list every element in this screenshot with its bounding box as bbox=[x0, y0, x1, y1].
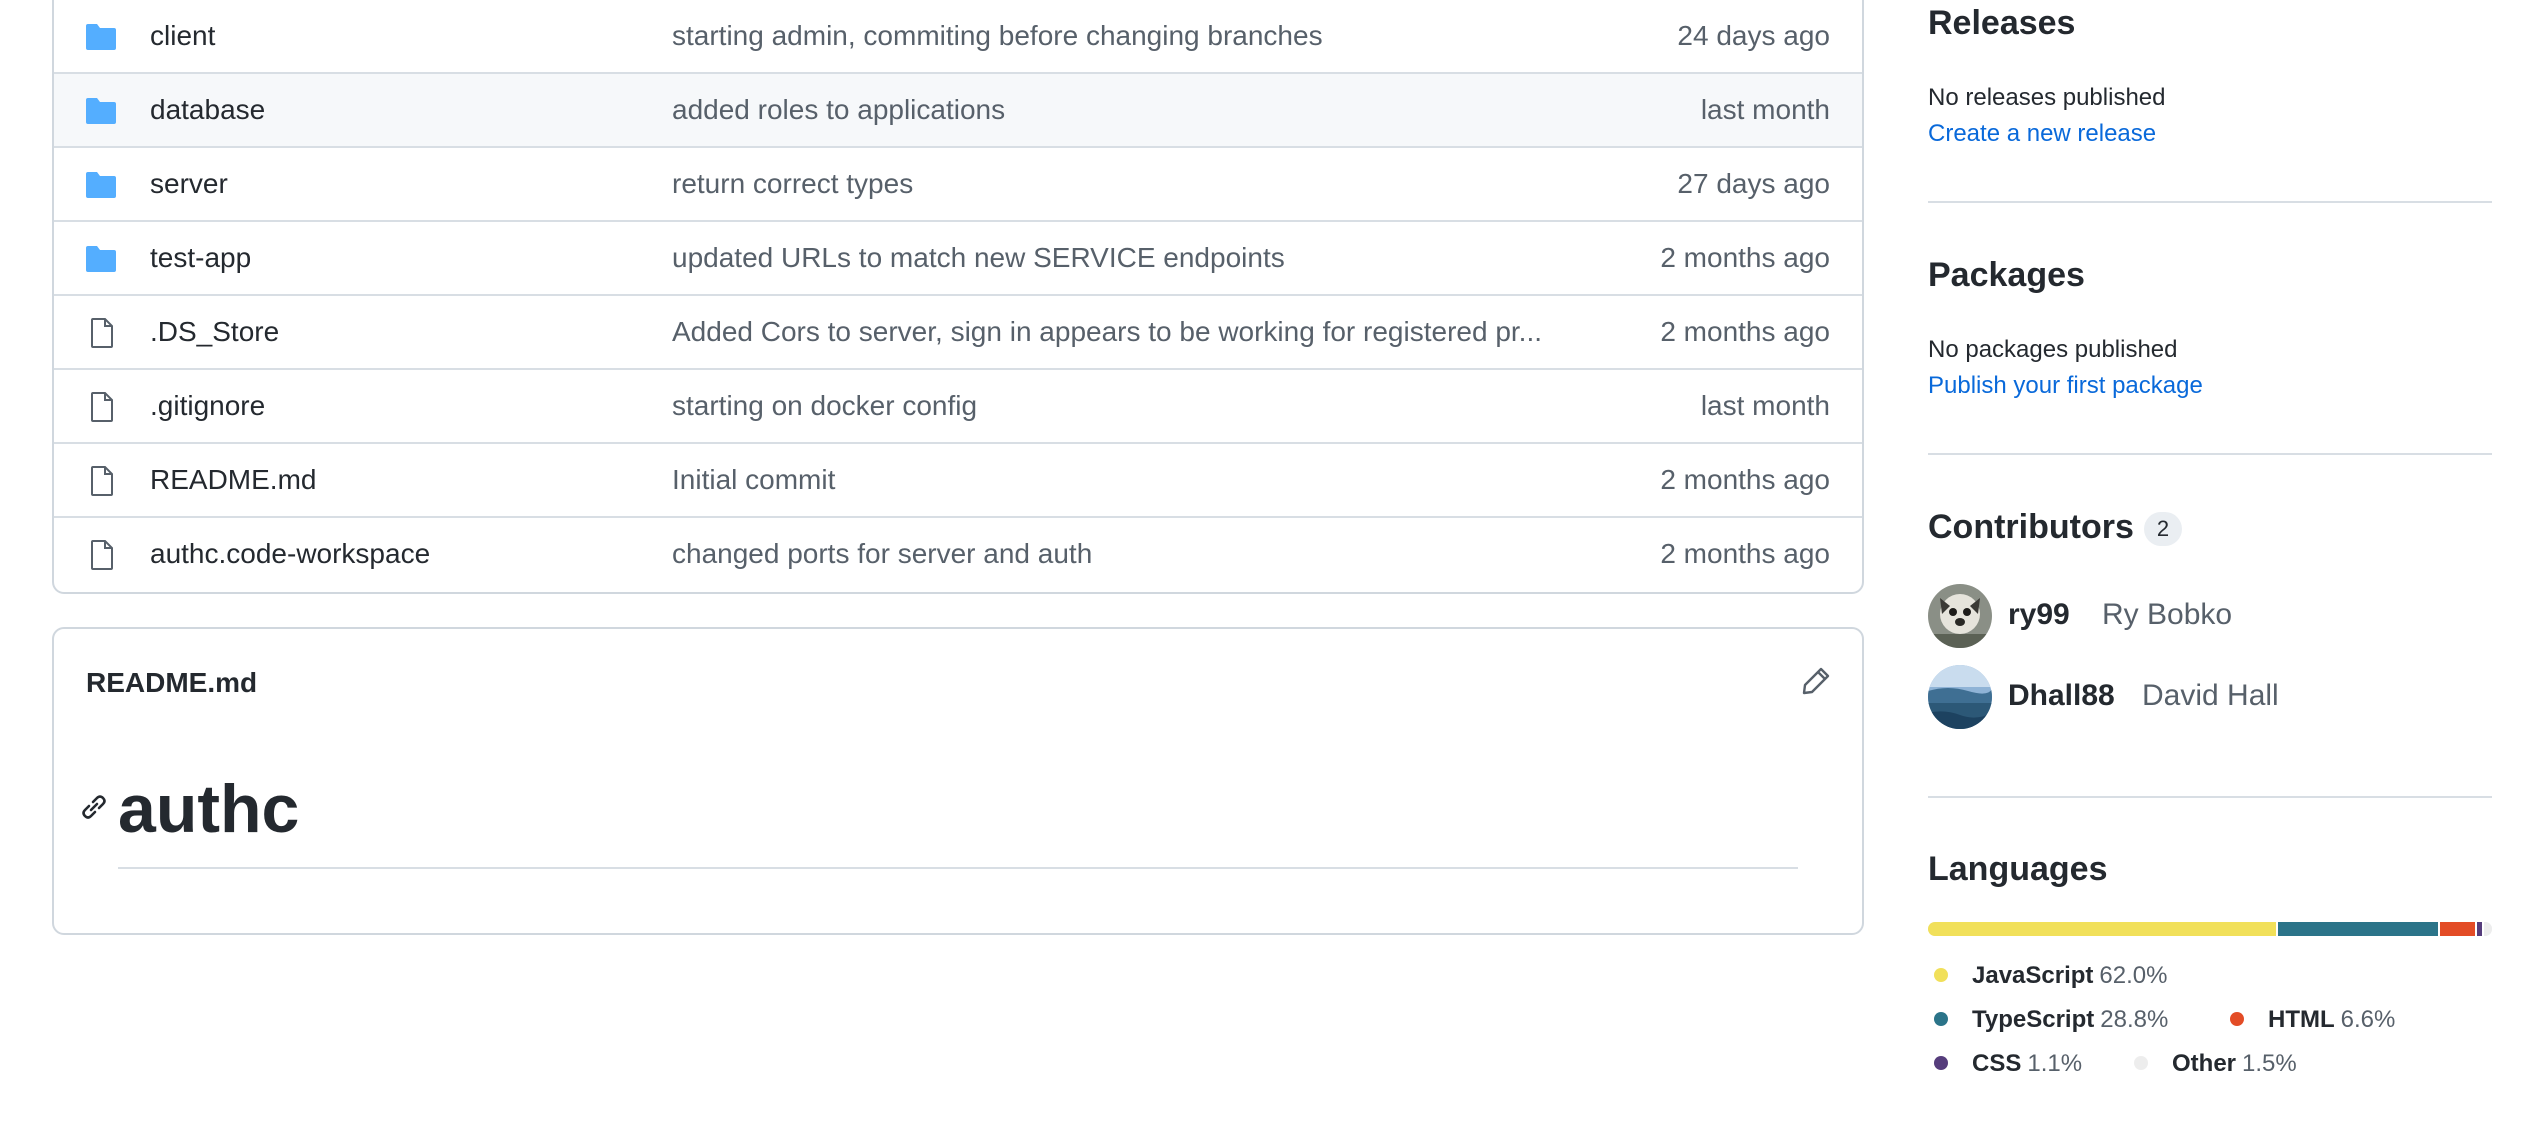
contributor-item[interactable]: Dhall88 David Hall bbox=[1928, 665, 2492, 731]
language-dot bbox=[2230, 1011, 2244, 1026]
language-bar-segment-other bbox=[2483, 922, 2492, 936]
releases-status: No releases published bbox=[1928, 84, 2166, 111]
avatar[interactable] bbox=[1928, 584, 1992, 648]
packages-status: No packages published bbox=[1928, 336, 2178, 363]
language-percent: 62.0% bbox=[2099, 962, 2168, 989]
file-row[interactable]: client starting admin, commiting before … bbox=[54, 0, 1862, 74]
readme-heading: authc bbox=[118, 771, 300, 847]
readme-box: README.md authc bbox=[52, 627, 1864, 935]
language-dot bbox=[1934, 1011, 1948, 1026]
language-item[interactable]: CSS 1.1% bbox=[1934, 1050, 2082, 1078]
contributors-label: Contributors bbox=[1928, 508, 2134, 546]
language-item[interactable]: JavaScript 62.0% bbox=[1934, 962, 2167, 990]
commit-age: 2 months ago bbox=[1660, 464, 1830, 495]
divider bbox=[1928, 796, 2492, 798]
commit-age: 27 days ago bbox=[1677, 168, 1830, 199]
file-name[interactable]: README.md bbox=[150, 444, 316, 516]
language-dot bbox=[1934, 1055, 1948, 1070]
file-name[interactable]: .DS_Store bbox=[150, 296, 279, 368]
language-dot bbox=[2134, 1055, 2148, 1070]
create-release-link[interactable]: Create a new release bbox=[1928, 120, 2156, 148]
file-row[interactable]: database added roles to applications las… bbox=[54, 74, 1862, 148]
language-percent: 1.5% bbox=[2242, 1050, 2297, 1077]
commit-message[interactable]: changed ports for server and auth bbox=[672, 518, 1634, 590]
contributor-item[interactable]: ry99 Ry Bobko bbox=[1928, 584, 2492, 650]
language-percent: 1.1% bbox=[2027, 1050, 2083, 1077]
language-bar-segment-javascript bbox=[1928, 922, 2278, 936]
packages-title[interactable]: Packages bbox=[1928, 256, 2085, 295]
commit-message[interactable]: starting admin, commiting before changin… bbox=[672, 0, 1634, 72]
contributor-name: Ry Bobko bbox=[2102, 598, 2233, 631]
commit-message[interactable]: added roles to applications bbox=[672, 74, 1634, 146]
releases-title[interactable]: Releases bbox=[1928, 4, 2075, 43]
language-name: JavaScript bbox=[1972, 962, 2094, 989]
language-item[interactable]: HTML 6.6% bbox=[2230, 1006, 2395, 1034]
file-name[interactable]: database bbox=[150, 74, 265, 146]
file-name[interactable]: .gitignore bbox=[150, 370, 265, 442]
pencil-icon[interactable] bbox=[1800, 665, 1832, 697]
language-percent: 28.8% bbox=[2100, 1006, 2169, 1033]
contributor-name: David Hall bbox=[2142, 679, 2279, 712]
file-table: client starting admin, commiting before … bbox=[52, 0, 1864, 594]
language-name: TypeScript bbox=[1972, 1006, 2095, 1033]
language-bar-segment-html bbox=[2440, 922, 2478, 936]
commit-age: last month bbox=[1700, 390, 1830, 421]
commit-message[interactable]: updated URLs to match new SERVICE endpoi… bbox=[672, 222, 1634, 294]
contributor-login[interactable]: Dhall88 bbox=[2008, 679, 2115, 713]
publish-package-link[interactable]: Publish your first package bbox=[1928, 372, 2203, 400]
commit-age: 2 months ago bbox=[1660, 538, 1830, 569]
commit-age: 2 months ago bbox=[1660, 316, 1830, 347]
contributor-login[interactable]: ry99 bbox=[2008, 598, 2070, 632]
commit-message[interactable]: Initial commit bbox=[672, 444, 1634, 516]
folder-icon bbox=[86, 246, 116, 272]
file-row[interactable]: .DS_Store Added Cors to server, sign in … bbox=[54, 296, 1862, 370]
language-bar-segment-typescript bbox=[2277, 922, 2441, 936]
commit-age: 2 months ago bbox=[1660, 242, 1830, 273]
file-row[interactable]: server return correct types 27 days ago bbox=[54, 148, 1862, 222]
language-name: CSS bbox=[1972, 1050, 2022, 1077]
file-name[interactable]: server bbox=[150, 148, 228, 220]
language-percent: 6.6% bbox=[2340, 1006, 2396, 1033]
commit-message[interactable]: return correct types bbox=[672, 148, 1634, 220]
avatar[interactable] bbox=[1928, 665, 1992, 729]
link-icon[interactable] bbox=[78, 791, 110, 823]
language-item[interactable]: TypeScript 28.8% bbox=[1934, 1006, 2168, 1034]
heading-divider bbox=[118, 867, 1798, 869]
file-name[interactable]: client bbox=[150, 0, 215, 72]
language-name: HTML bbox=[2268, 1006, 2335, 1033]
language-dot bbox=[1934, 967, 1948, 982]
file-icon bbox=[91, 318, 113, 348]
folder-icon bbox=[86, 172, 116, 198]
file-row[interactable]: README.md Initial commit 2 months ago bbox=[54, 444, 1862, 518]
languages-title: Languages bbox=[1928, 850, 2108, 888]
file-row[interactable]: authc.code-workspace changed ports for s… bbox=[54, 518, 1862, 592]
readme-file-title: README.md bbox=[86, 667, 258, 698]
folder-icon bbox=[86, 98, 116, 124]
contributors-count: 2 bbox=[2143, 512, 2183, 547]
file-icon bbox=[91, 466, 113, 496]
file-icon bbox=[91, 392, 113, 422]
commit-age: 24 days ago bbox=[1677, 20, 1830, 51]
divider bbox=[1928, 201, 2492, 203]
commit-message[interactable]: starting on docker config bbox=[672, 370, 1634, 442]
file-icon bbox=[91, 540, 113, 570]
sidebar: Releases No releases published Create a … bbox=[1928, 0, 2492, 1129]
file-name[interactable]: authc.code-workspace bbox=[150, 518, 430, 590]
divider bbox=[1928, 453, 2492, 455]
folder-icon bbox=[86, 24, 116, 50]
language-name: Other bbox=[2172, 1050, 2237, 1077]
commit-message[interactable]: Added Cors to server, sign in appears to… bbox=[672, 296, 1634, 368]
language-bar bbox=[1928, 922, 2492, 936]
file-name[interactable]: test-app bbox=[150, 222, 251, 294]
file-row[interactable]: test-app updated URLs to match new SERVI… bbox=[54, 222, 1862, 296]
commit-age: last month bbox=[1700, 94, 1830, 125]
contributors-title[interactable]: Contributors 2 bbox=[1928, 508, 2183, 547]
file-row[interactable]: .gitignore starting on docker config las… bbox=[54, 370, 1862, 444]
language-item[interactable]: Other 1.5% bbox=[2134, 1050, 2297, 1078]
